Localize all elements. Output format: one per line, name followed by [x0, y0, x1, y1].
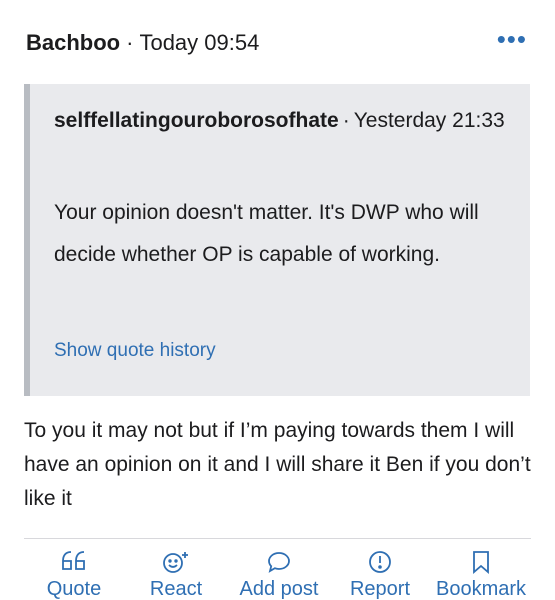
quote-separator: · [342, 109, 350, 132]
post-author[interactable]: Bachboo [26, 30, 120, 56]
divider [24, 538, 531, 539]
report-exclamation-icon [367, 550, 393, 579]
quote-timestamp: Yesterday 21:33 [353, 109, 505, 132]
post-timestamp[interactable]: Today 09:54 [139, 30, 259, 56]
quote-label: Quote [46, 578, 102, 600]
react-button[interactable]: React [140, 548, 212, 600]
post-actions-bar: Quote React Add post Report Bookmark [0, 548, 555, 600]
quote-block: selffellatingouroborosofhate · Yesterday 2… [24, 84, 530, 396]
show-quote-history-link[interactable]: Show quote history [54, 340, 216, 362]
add-post-label: Add post [239, 578, 319, 600]
report-button[interactable]: Report [342, 548, 418, 600]
react-smiley-icon [162, 550, 190, 579]
bookmark-label: Bookmark [435, 578, 527, 600]
bookmark-button[interactable]: Bookmark [428, 548, 534, 600]
post-body: To you it may not but if I’m paying towa… [24, 419, 531, 510]
post-header: Bachboo · Today 09:54 ••• [26, 26, 535, 60]
add-post-button[interactable]: Add post [230, 548, 328, 600]
header-separator: · [126, 30, 134, 55]
quote-text: Your opinion doesn't matter. It's DWP wh… [54, 201, 479, 266]
speech-bubble-icon [266, 550, 292, 579]
report-label: Report [349, 578, 411, 600]
quote-header: selffellatingouroborosofhate · Yesterday 2… [54, 102, 514, 140]
more-dots-icon[interactable]: ••• [497, 26, 527, 52]
bookmark-icon [470, 550, 492, 579]
quote-button[interactable]: Quote [36, 548, 112, 600]
react-label: React [149, 578, 203, 600]
quote-author[interactable]: selffellatingouroborosofhate [54, 109, 339, 132]
quote-icon [61, 550, 87, 577]
